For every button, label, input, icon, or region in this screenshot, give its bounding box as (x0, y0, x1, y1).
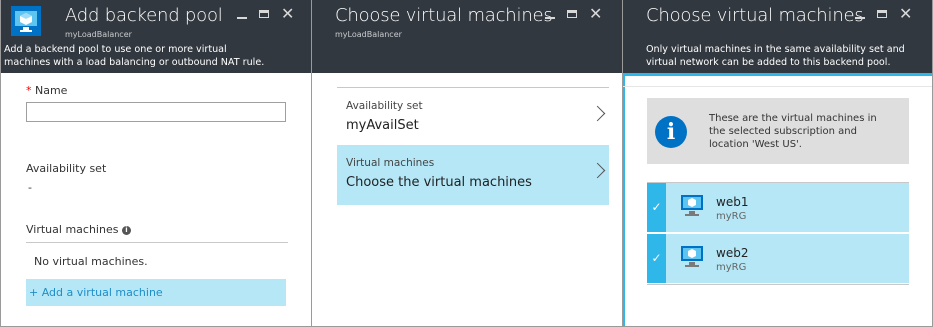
virtual-machines-selector[interactable]: Virtual machines Choose the virtual mach… (337, 145, 609, 205)
vm-resource-group: myRG (716, 211, 747, 222)
vm-name: web2 (716, 246, 749, 260)
name-field[interactable] (26, 102, 286, 122)
blade-subtitle: myLoadBalancer (335, 30, 402, 39)
chevron-right-icon (589, 105, 606, 122)
availability-set-label: Availability set (26, 162, 107, 175)
info-text: These are the virtual machines in the se… (709, 113, 877, 150)
blade-header: Choose virtual machines ✕ Only virtual m… (623, 0, 932, 73)
add-backend-pool-blade: Add backend pool myLoadBalancer ✕ Add a … (0, 0, 312, 327)
info-icon: i (655, 116, 687, 148)
maximize-button[interactable] (567, 10, 577, 18)
close-button[interactable]: ✕ (899, 6, 912, 22)
virtual-machine-icon (680, 193, 704, 219)
virtual-machines-label: Virtual machines i (26, 223, 131, 236)
blade-title: Add backend pool (65, 5, 223, 26)
choose-vms-blade: Choose virtual machines myLoadBalancer ✕… (312, 0, 623, 327)
blade-description: Only virtual machines in the same availa… (646, 44, 905, 68)
blade-subtitle: myLoadBalancer (65, 30, 132, 39)
minimize-button[interactable] (237, 17, 247, 19)
nav-item-value: myAvailSet (346, 118, 419, 133)
blade-header: Choose virtual machines myLoadBalancer ✕ (312, 0, 622, 73)
maximize-button[interactable] (259, 10, 269, 18)
empty-vm-list-text: No virtual machines. (34, 255, 148, 268)
minimize-button[interactable] (855, 17, 865, 19)
availability-set-value: - (28, 181, 32, 194)
blade-title: Choose virtual machines (646, 5, 864, 26)
blade-description: Add a backend pool to use one or more vi… (4, 44, 265, 68)
nav-item-label: Virtual machines (346, 157, 435, 169)
minimize-button[interactable] (545, 17, 555, 19)
required-indicator: * (26, 84, 32, 97)
nav-item-value: Choose the virtual machines (346, 175, 532, 190)
divider (623, 86, 932, 87)
info-icon[interactable]: i (121, 225, 131, 235)
vm-resource-group: myRG (716, 262, 747, 273)
divider (26, 242, 288, 243)
blade-header: Add backend pool myLoadBalancer ✕ Add a … (1, 0, 311, 73)
virtual-machine-icon (680, 244, 704, 270)
vm-list-item[interactable]: ✓ web1 myRG (647, 183, 909, 232)
availability-set-selector[interactable]: Availability set myAvailSet (337, 88, 609, 145)
window-controls: ✕ (237, 6, 294, 22)
maximize-button[interactable] (877, 10, 887, 18)
info-banner: i These are the virtual machines in the … (647, 98, 909, 164)
window-controls: ✕ (545, 6, 602, 22)
window-controls: ✕ (855, 6, 912, 22)
chevron-right-icon (589, 162, 606, 179)
divider (647, 284, 909, 285)
close-button[interactable]: ✕ (589, 6, 602, 22)
load-balancer-icon (11, 6, 41, 36)
close-button[interactable]: ✕ (281, 6, 294, 22)
vm-name: web1 (716, 195, 749, 209)
checkmark-icon[interactable]: ✓ (647, 183, 666, 232)
vm-list-item[interactable]: ✓ web2 myRG (647, 234, 909, 283)
blade-title: Choose virtual machines (335, 5, 553, 26)
add-virtual-machine-link[interactable]: + Add a virtual machine (26, 279, 286, 306)
checkmark-icon[interactable]: ✓ (647, 234, 666, 283)
choose-vms-list-blade: Choose virtual machines ✕ Only virtual m… (623, 0, 933, 327)
nav-item-label: Availability set (346, 100, 423, 112)
name-label: * Name (26, 84, 68, 97)
